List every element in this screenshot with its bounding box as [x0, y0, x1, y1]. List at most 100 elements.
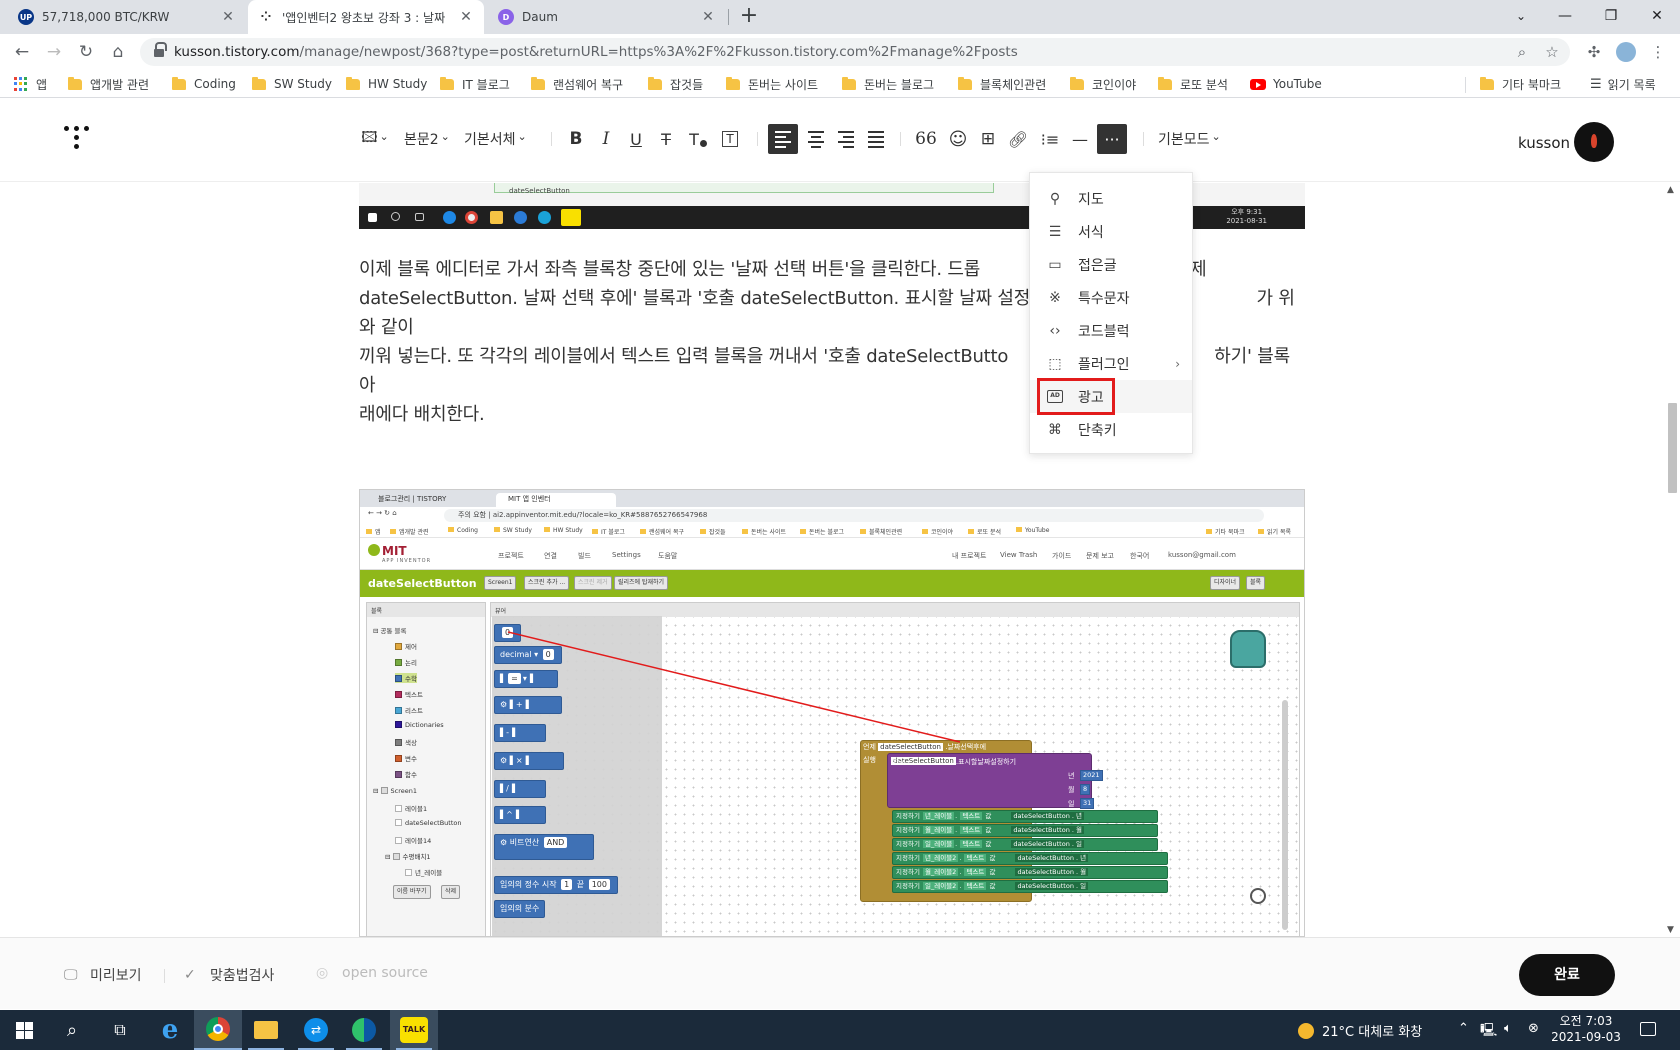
- chevron-up-icon[interactable]: ⌃: [1458, 1021, 1469, 1036]
- menu-item-template[interactable]: ☰ 서식: [1030, 215, 1192, 248]
- underline-button[interactable]: U: [626, 124, 646, 154]
- post-content-area[interactable]: dateSelectButton 오후 9:31 2021-08-31 이제 블록…: [0, 183, 1680, 937]
- lock-icon[interactable]: [154, 42, 167, 58]
- bookmark-apps[interactable]: 앱: [14, 75, 47, 93]
- edge-icon[interactable]: [340, 1010, 388, 1050]
- search-icon[interactable]: ⌕: [48, 1010, 96, 1050]
- spellcheck-button[interactable]: ✓ 맞춤법검사: [184, 965, 274, 985]
- text-background-button[interactable]: T: [718, 124, 742, 154]
- bookmark-folder[interactable]: 돈버는 사이트: [726, 75, 818, 93]
- folder-icon: [172, 76, 186, 90]
- divider-button[interactable]: —: [1068, 124, 1092, 154]
- folder-icon: [842, 76, 856, 90]
- power-icon[interactable]: ⊗: [1528, 1021, 1539, 1036]
- align-justify-icon: [868, 130, 884, 148]
- italic-button[interactable]: I: [596, 124, 616, 154]
- bookmark-folder[interactable]: 블록체인관련: [958, 75, 1046, 93]
- bookmark-other[interactable]: 기타 북마크: [1480, 75, 1561, 93]
- emoticon-button[interactable]: ☺: [946, 124, 970, 154]
- strikethrough-button[interactable]: T: [656, 124, 676, 154]
- back-icon[interactable]: ←: [10, 40, 34, 64]
- taskbar-clock[interactable]: 오전 7:03 2021-09-03: [1550, 1013, 1622, 1045]
- more-options-button[interactable]: ···: [1097, 124, 1127, 154]
- scrollbar-thumb[interactable]: [1668, 403, 1677, 493]
- tab-tistory[interactable]: ⁘ '앱인벤터2 왕초보 강좌 3 : 날짜 ✕: [248, 0, 484, 34]
- menu-item-code-block[interactable]: ‹› 코드블럭: [1030, 314, 1192, 347]
- close-icon[interactable]: ✕: [458, 9, 474, 25]
- new-tab-button[interactable]: +: [736, 4, 762, 30]
- done-button[interactable]: 완료: [1519, 954, 1615, 996]
- image-insert-button[interactable]: 🖾: [360, 124, 390, 154]
- network-icon[interactable]: 🖳: [1480, 1021, 1497, 1043]
- menu-item-plugin[interactable]: ⬚ 플러그인 ›: [1030, 347, 1192, 380]
- forward-icon[interactable]: →: [42, 40, 66, 64]
- volume-icon[interactable]: 🔈︎: [1504, 1021, 1512, 1036]
- bookmark-folder[interactable]: 앱개발 관련: [68, 75, 149, 93]
- username[interactable]: kusson: [1518, 134, 1570, 152]
- avatar[interactable]: [1574, 122, 1614, 162]
- minimize-icon[interactable]: —: [1542, 0, 1588, 34]
- link-button[interactable]: 🔗︎: [1006, 124, 1030, 154]
- task-view-icon: [415, 213, 424, 221]
- align-center-button[interactable]: [806, 124, 826, 154]
- text-color-button[interactable]: T: [686, 124, 710, 154]
- tistory-logo-icon[interactable]: [64, 126, 94, 158]
- close-icon[interactable]: ✕: [220, 9, 236, 25]
- scroll-down-icon[interactable]: ▼: [1667, 925, 1674, 935]
- menu-item-special-char[interactable]: ※ 특수문자: [1030, 281, 1192, 314]
- menu-item-shortcuts[interactable]: ⌘ 단축키: [1030, 413, 1192, 446]
- menu-item-map[interactable]: ⚲ 지도: [1030, 182, 1192, 215]
- bookmark-star-icon[interactable]: ☆: [1542, 42, 1562, 62]
- restore-icon[interactable]: ❐: [1588, 0, 1634, 34]
- kakaotalk-icon[interactable]: TALK: [390, 1010, 438, 1050]
- tab-daum[interactable]: D Daum ✕: [488, 0, 726, 34]
- align-justify-button[interactable]: [866, 124, 886, 154]
- preview-button[interactable]: 🖵 미리보기: [64, 965, 142, 985]
- start-button[interactable]: [0, 1010, 48, 1050]
- weather-widget[interactable]: 21°C 대체로 화창: [1298, 1021, 1422, 1040]
- bookmark-folder[interactable]: SW Study: [252, 75, 332, 93]
- open-source-link[interactable]: ◎ open source: [316, 965, 428, 981]
- menu-item-fold[interactable]: ▭ 접은글: [1030, 248, 1192, 281]
- reload-icon[interactable]: ↻: [74, 40, 98, 64]
- menu-kebab-icon[interactable]: ⋮: [1646, 40, 1670, 64]
- editor-mode-dropdown[interactable]: 기본모드: [1158, 124, 1221, 154]
- teamviewer-icon[interactable]: ⇄: [292, 1010, 340, 1050]
- scroll-up-icon[interactable]: ▲: [1667, 185, 1674, 195]
- align-left-button[interactable]: [768, 124, 798, 154]
- bookmark-folder[interactable]: 돈버는 블로그: [842, 75, 934, 93]
- home-icon[interactable]: ⌂: [106, 40, 130, 64]
- bold-button[interactable]: B: [566, 124, 586, 154]
- bookmark-folder[interactable]: IT 블로그: [440, 75, 510, 93]
- internet-explorer-icon[interactable]: e: [146, 1010, 194, 1050]
- page-scrollbar[interactable]: ▲ ▼: [1664, 183, 1680, 937]
- font-dropdown[interactable]: 기본서체: [464, 124, 527, 154]
- bookmark-folder[interactable]: 코인이야: [1070, 75, 1136, 93]
- table-button[interactable]: ⊞: [976, 124, 1000, 154]
- file-explorer-icon[interactable]: [242, 1010, 290, 1050]
- extensions-puzzle-icon[interactable]: ✣: [1582, 40, 1606, 64]
- embedded-screenshot-2[interactable]: 블로그관리 | TISTORY MIT 앱 인벤터 ← → ↻ ⌂ 주의 요함 …: [359, 489, 1305, 937]
- zoom-icon[interactable]: ⌕: [1512, 42, 1532, 62]
- bookmark-folder[interactable]: HW Study: [346, 75, 427, 93]
- bookmark-folder[interactable]: Coding: [172, 75, 236, 93]
- close-icon[interactable]: ✕: [700, 9, 716, 25]
- bookmark-folder[interactable]: 로또 분석: [1158, 75, 1228, 93]
- list-button[interactable]: ⁝≡: [1038, 124, 1062, 154]
- quote-button[interactable]: 66: [914, 124, 938, 154]
- bookmark-folder[interactable]: 잡것들: [648, 75, 703, 93]
- bookmark-folder[interactable]: 랜섬웨어 복구: [531, 75, 623, 93]
- paragraph-style-dropdown[interactable]: 본문2: [404, 124, 450, 154]
- bookmark-youtube[interactable]: YouTube: [1250, 75, 1322, 93]
- bookmark-reading-list[interactable]: ☰ 읽기 목록: [1590, 75, 1656, 93]
- notification-icon[interactable]: [1640, 1022, 1656, 1036]
- close-window-icon[interactable]: ✕: [1634, 0, 1680, 34]
- address-bar[interactable]: kusson.tistory.com/manage/newpost/368?ty…: [140, 38, 1570, 66]
- tab-upbit[interactable]: UP 57,718,000 BTC/KRW ✕: [8, 0, 246, 34]
- tab-search-icon[interactable]: ⌄: [1498, 0, 1544, 34]
- task-view-icon[interactable]: ⧉: [96, 1010, 144, 1050]
- profile-avatar[interactable]: [1614, 40, 1638, 64]
- align-right-button[interactable]: [836, 124, 856, 154]
- chrome-icon[interactable]: [194, 1010, 242, 1050]
- windows-icon: [368, 213, 377, 222]
